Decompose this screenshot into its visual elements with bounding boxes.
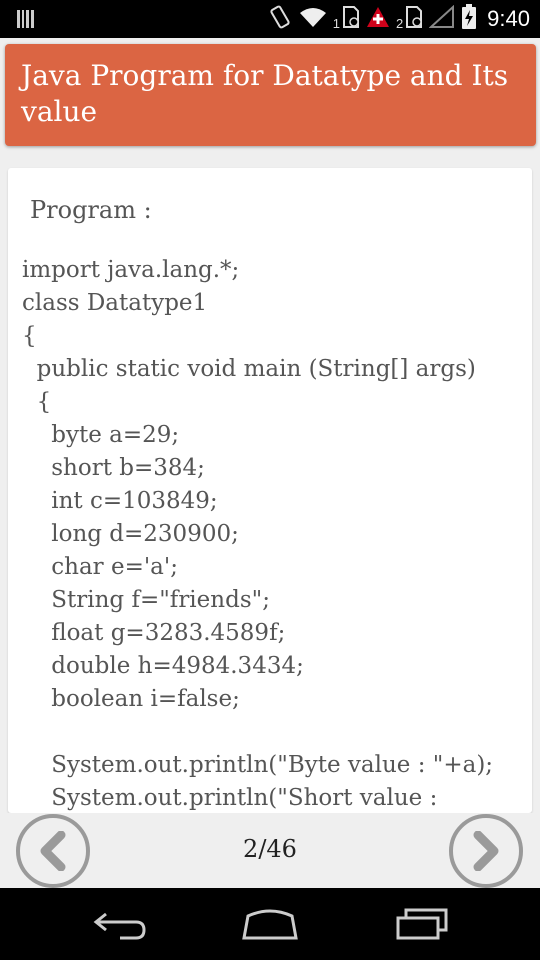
code-line: public static void main (String[] args) [22,356,476,382]
recents-icon [396,908,448,940]
wifi-icon [299,6,327,33]
home-icon [242,909,298,940]
signal-icon [428,4,455,34]
status-bar: 1 2 9:40 [0,0,540,38]
code-block: import java.lang.*; class Datatype1 { publ… [22,254,532,813]
recents-button[interactable] [394,906,450,946]
code-line: long d=230900; [22,521,239,547]
home-button[interactable] [240,906,300,946]
code-line: double h=4984.3434; [22,653,304,679]
alert-icon [366,6,390,33]
code-line: { [22,389,52,415]
code-line: import java.lang.*; [22,257,240,283]
footer-nav: 2/46 [0,813,540,888]
code-line: String f="friends"; [22,587,270,613]
code-line: char e='a'; [22,554,178,580]
code-line: byte a=29; [22,422,180,448]
page-title: Java Program for Datatype and Its value [21,59,509,128]
sim2-label: 2 [395,15,404,31]
barcode-icon [16,9,36,34]
code-line: System.out.println("Byte value : "+a); [22,752,494,778]
sim1-label: 1 [332,15,340,31]
code-line: int c=103849; [22,488,218,514]
back-button[interactable] [92,906,148,946]
sim-icon [405,5,423,34]
program-label: Program : [30,196,152,224]
sim-icon [342,5,360,34]
header-bar: Java Program for Datatype and Its value [5,44,536,146]
battery-charging-icon [461,3,477,35]
chevron-right-icon [473,831,499,871]
content-card[interactable]: Program : import java.lang.*; class Datat… [8,168,532,813]
next-button[interactable] [449,814,523,888]
vibrate-icon [267,4,293,35]
code-line: { [22,323,37,349]
system-nav-bar [0,888,540,960]
code-line: System.out.println("Short value : [22,785,438,811]
code-line: class Datatype1 [22,290,208,316]
code-line: short b=384; [22,455,205,481]
status-time: 9:40 [487,6,530,31]
code-line: float g=3283.4589f; [22,620,286,646]
back-icon [93,912,146,940]
code-line: boolean i=false; [22,686,240,712]
